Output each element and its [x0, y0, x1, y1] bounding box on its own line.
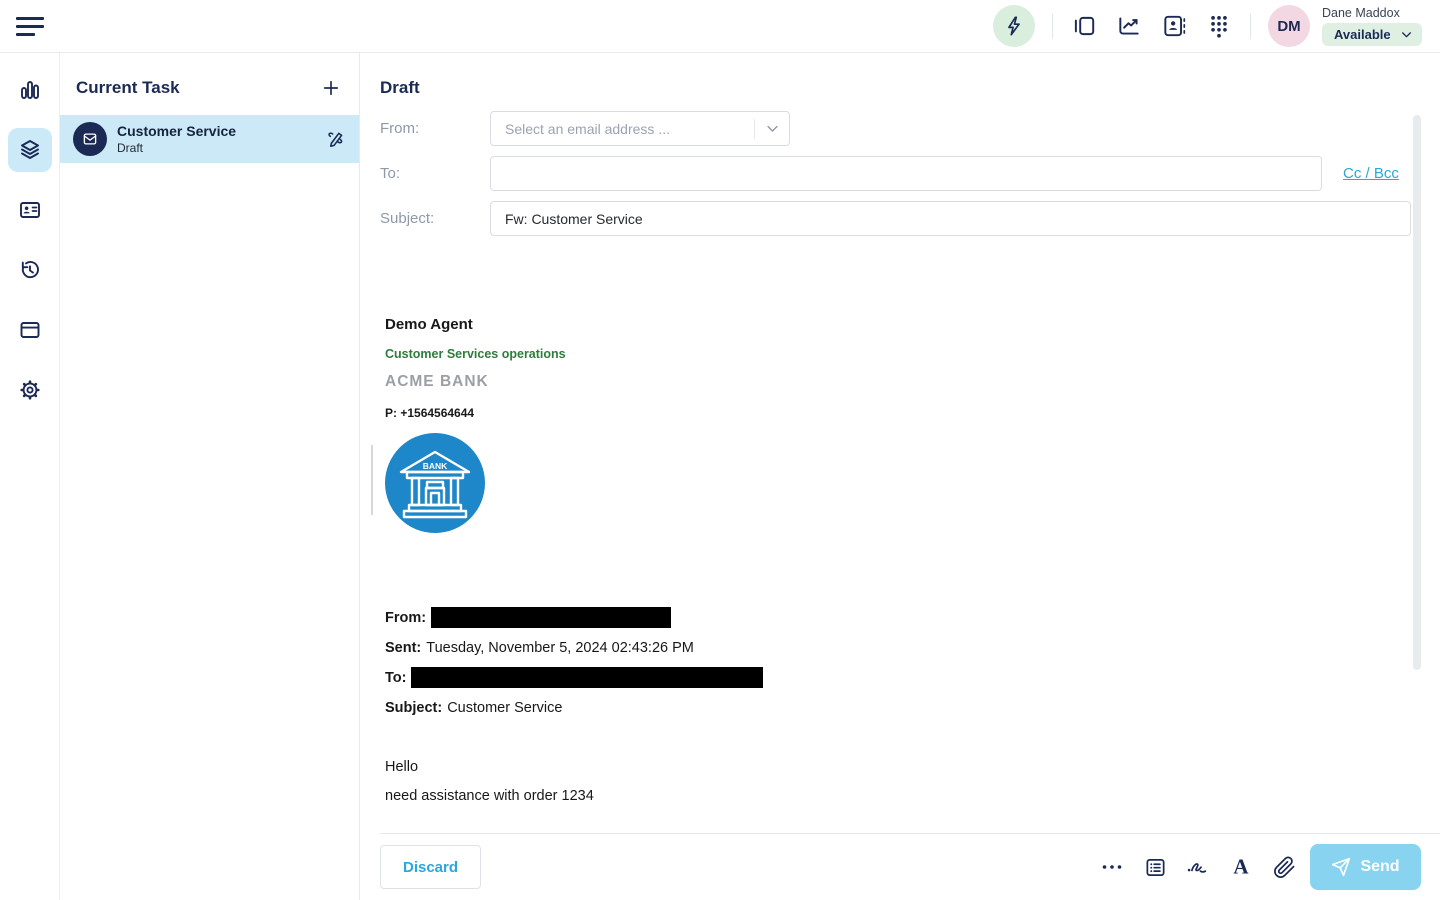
cc-bcc-link[interactable]: Cc / Bcc — [1343, 165, 1399, 182]
paper-plane-icon — [1331, 857, 1351, 877]
bank-logo-text: BANK — [423, 461, 448, 471]
reporting-icon[interactable] — [1115, 12, 1143, 40]
subject-row: Subject: — [380, 201, 1440, 236]
from-email-select[interactable]: Select an email address ... — [490, 111, 790, 146]
contact-card-icon — [18, 198, 42, 222]
quoted-message-body: Hello need assistance with order 1234 — [385, 759, 1440, 804]
quoted-email-header: From: Sent: Tuesday, November 5, 2024 02… — [385, 607, 1440, 718]
dialpad-icon[interactable] — [1205, 12, 1233, 40]
redacted-to-address — [411, 667, 763, 688]
svg-text:A: A — [1233, 855, 1249, 879]
quoted-sent-label: Sent: — [385, 640, 421, 656]
bar-chart-icon — [18, 78, 42, 102]
quoted-sent-value: Tuesday, November 5, 2024 02:43:26 PM — [426, 640, 694, 656]
quoted-subject-value: Customer Service — [447, 700, 562, 716]
signature-icon[interactable] — [1185, 854, 1211, 880]
hamburger-menu-icon[interactable] — [16, 17, 44, 36]
chevron-down-icon — [1400, 28, 1413, 41]
message-line: Hello — [385, 759, 1440, 775]
to-label: To: — [380, 165, 490, 182]
template-icon[interactable] — [1142, 854, 1168, 880]
sidebar-item-settings[interactable] — [8, 368, 52, 412]
topbar-divider — [1052, 13, 1053, 39]
add-task-button[interactable] — [321, 78, 341, 98]
more-options-icon[interactable] — [1099, 854, 1125, 880]
composer-title: Draft — [380, 78, 1440, 98]
from-select-placeholder: Select an email address ... — [505, 121, 670, 137]
attachment-icon[interactable] — [1271, 854, 1297, 880]
quoted-subject-label: Subject: — [385, 700, 442, 716]
discard-button[interactable]: Discard — [380, 845, 481, 889]
task-subtitle: Draft — [117, 141, 314, 155]
status-dropdown[interactable]: Available — [1322, 23, 1422, 46]
from-label: From: — [380, 120, 490, 137]
font-format-icon[interactable]: A — [1228, 854, 1254, 880]
signature-phone: P: +1564564644 — [385, 406, 1440, 420]
sidebar-item-browser[interactable] — [8, 308, 52, 352]
signature-company: ACME BANK — [385, 373, 1440, 391]
to-input[interactable] — [490, 156, 1322, 191]
composer-footer: Discard — [380, 833, 1440, 900]
plus-icon — [321, 78, 341, 98]
chevron-down-icon — [765, 121, 780, 136]
user-avatar[interactable]: DM — [1268, 5, 1310, 47]
send-button[interactable]: Send — [1310, 844, 1421, 890]
current-task-panel: Current Task Customer Service Draft — [60, 53, 360, 900]
status-label: Available — [1334, 27, 1391, 42]
to-row: To: Cc / Bcc — [380, 156, 1440, 191]
quoted-to-label: To: — [385, 670, 406, 686]
sidebar-item-tasks[interactable] — [8, 128, 52, 172]
topbar-divider — [1250, 13, 1251, 39]
redacted-from-address — [431, 607, 671, 628]
message-line: need assistance with order 1234 — [385, 788, 1440, 804]
email-body-editor[interactable]: Demo Agent Customer Services operations … — [380, 316, 1440, 804]
automations-button[interactable] — [993, 5, 1035, 47]
user-name: Dane Maddox — [1322, 6, 1422, 20]
gear-icon — [18, 378, 42, 402]
send-label: Send — [1360, 858, 1399, 876]
vertical-scrollbar[interactable] — [1413, 115, 1421, 670]
history-icon — [18, 258, 42, 282]
signature-department: Customer Services operations — [385, 347, 1440, 361]
conversations-icon[interactable] — [1070, 12, 1098, 40]
sidebar-item-contacts[interactable] — [8, 188, 52, 232]
quoted-from-label: From: — [385, 610, 426, 626]
task-panel-title: Current Task — [76, 78, 180, 98]
sidebar-item-history[interactable] — [8, 248, 52, 292]
compose-pen-icon[interactable] — [324, 128, 346, 150]
contacts-icon[interactable] — [1160, 12, 1188, 40]
top-bar: DM Dane Maddox Available — [0, 0, 1440, 53]
sidebar-item-dashboard[interactable] — [8, 68, 52, 112]
lightning-icon — [1003, 15, 1025, 37]
task-title: Customer Service — [117, 123, 314, 139]
email-composer: Draft From: Select an email address ... … — [360, 53, 1440, 900]
task-list-item[interactable]: Customer Service Draft — [60, 115, 359, 163]
left-icon-rail — [0, 53, 60, 900]
email-channel-icon — [73, 122, 107, 156]
from-row: From: Select an email address ... — [380, 111, 1440, 146]
layers-icon — [18, 138, 42, 162]
subject-label: Subject: — [380, 210, 490, 227]
subject-input[interactable] — [490, 201, 1411, 236]
browser-window-icon — [18, 318, 42, 342]
signature-name: Demo Agent — [385, 316, 1440, 333]
editor-caret-line — [371, 445, 373, 515]
bank-logo: BANK — [385, 433, 485, 533]
